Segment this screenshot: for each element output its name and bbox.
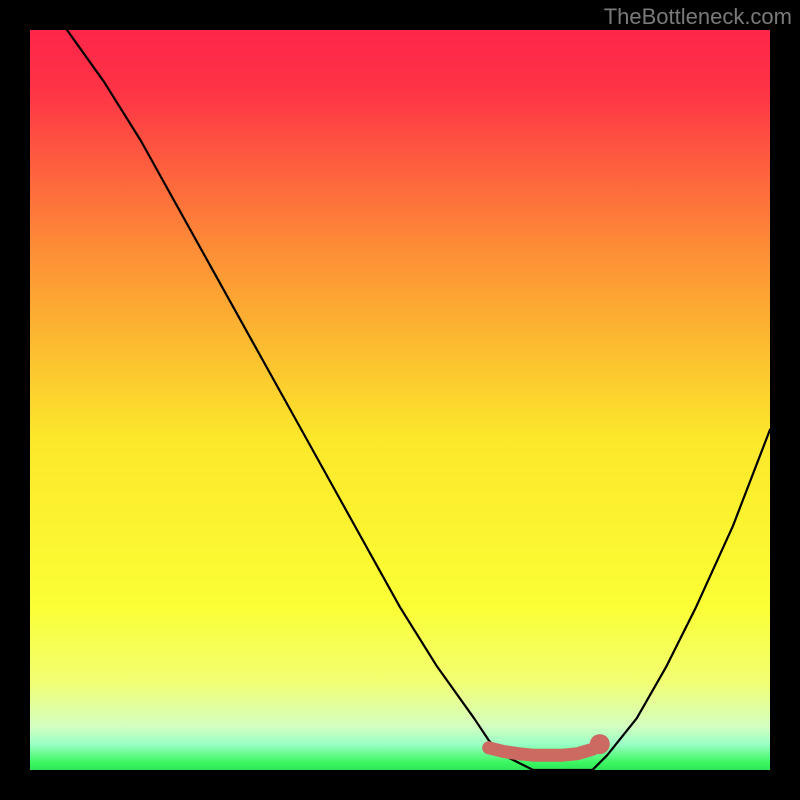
bottleneck-curve: [67, 30, 770, 770]
optimal-range-markers: [482, 734, 610, 755]
marker-band: [489, 744, 600, 755]
marker-dot-right: [590, 734, 610, 754]
curve-path: [67, 30, 770, 770]
chart-overlay: [30, 30, 770, 770]
plot-area: [30, 30, 770, 770]
attribution-label: TheBottleneck.com: [604, 4, 792, 30]
marker-dot-left: [482, 741, 495, 754]
